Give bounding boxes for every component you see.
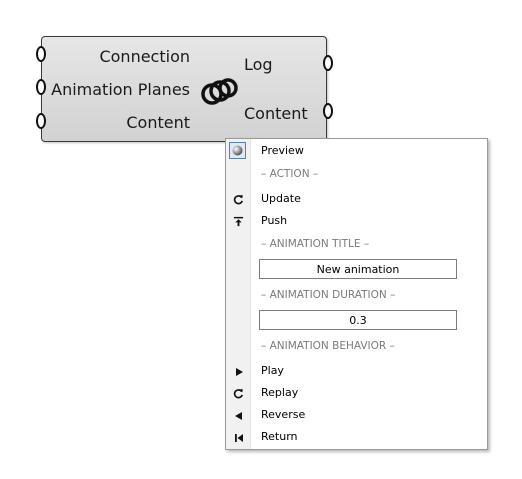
menu-item-replay[interactable]: Replay bbox=[261, 386, 298, 399]
menu-item-play[interactable]: Play bbox=[261, 364, 284, 377]
reverse-icon bbox=[232, 409, 245, 422]
animation-duration-input[interactable] bbox=[259, 310, 457, 330]
input-port-content[interactable] bbox=[36, 113, 46, 129]
animation-component[interactable]: Connection Animation Planes Content Log … bbox=[36, 36, 333, 142]
push-icon bbox=[232, 215, 245, 228]
context-menu: Preview – ACTION – Update Push – ANIMATI… bbox=[225, 138, 488, 450]
output-label-content: Content bbox=[244, 104, 308, 123]
play-icon bbox=[232, 365, 245, 378]
animation-title-input[interactable] bbox=[259, 259, 457, 279]
preview-sphere-icon bbox=[232, 145, 243, 156]
input-label-connection: Connection bbox=[99, 47, 190, 66]
output-port-content[interactable] bbox=[323, 103, 333, 119]
input-port-animation-planes[interactable] bbox=[36, 79, 46, 95]
input-label-content: Content bbox=[126, 113, 190, 132]
refresh-icon bbox=[232, 193, 245, 206]
menu-item-update[interactable]: Update bbox=[261, 192, 301, 205]
replay-icon bbox=[232, 387, 245, 400]
section-header-animation-title: – ANIMATION TITLE – bbox=[261, 238, 370, 250]
input-label-animation-planes: Animation Planes bbox=[51, 80, 190, 99]
menu-item-reverse[interactable]: Reverse bbox=[261, 408, 305, 421]
preview-checkbox[interactable] bbox=[229, 142, 246, 159]
section-header-animation-behavior: – ANIMATION BEHAVIOR – bbox=[261, 340, 395, 352]
output-label-log: Log bbox=[244, 55, 273, 74]
return-icon bbox=[232, 431, 245, 444]
output-port-log[interactable] bbox=[323, 55, 333, 71]
input-port-connection[interactable] bbox=[36, 46, 46, 62]
section-header-action: – ACTION – bbox=[261, 168, 319, 180]
section-header-animation-duration: – ANIMATION DURATION – bbox=[261, 289, 396, 301]
menu-item-push[interactable]: Push bbox=[261, 214, 287, 227]
linked-rings-icon bbox=[201, 78, 238, 105]
menu-icon-gutter bbox=[226, 139, 251, 449]
menu-item-return[interactable]: Return bbox=[261, 430, 298, 443]
menu-item-preview[interactable]: Preview bbox=[261, 144, 304, 157]
